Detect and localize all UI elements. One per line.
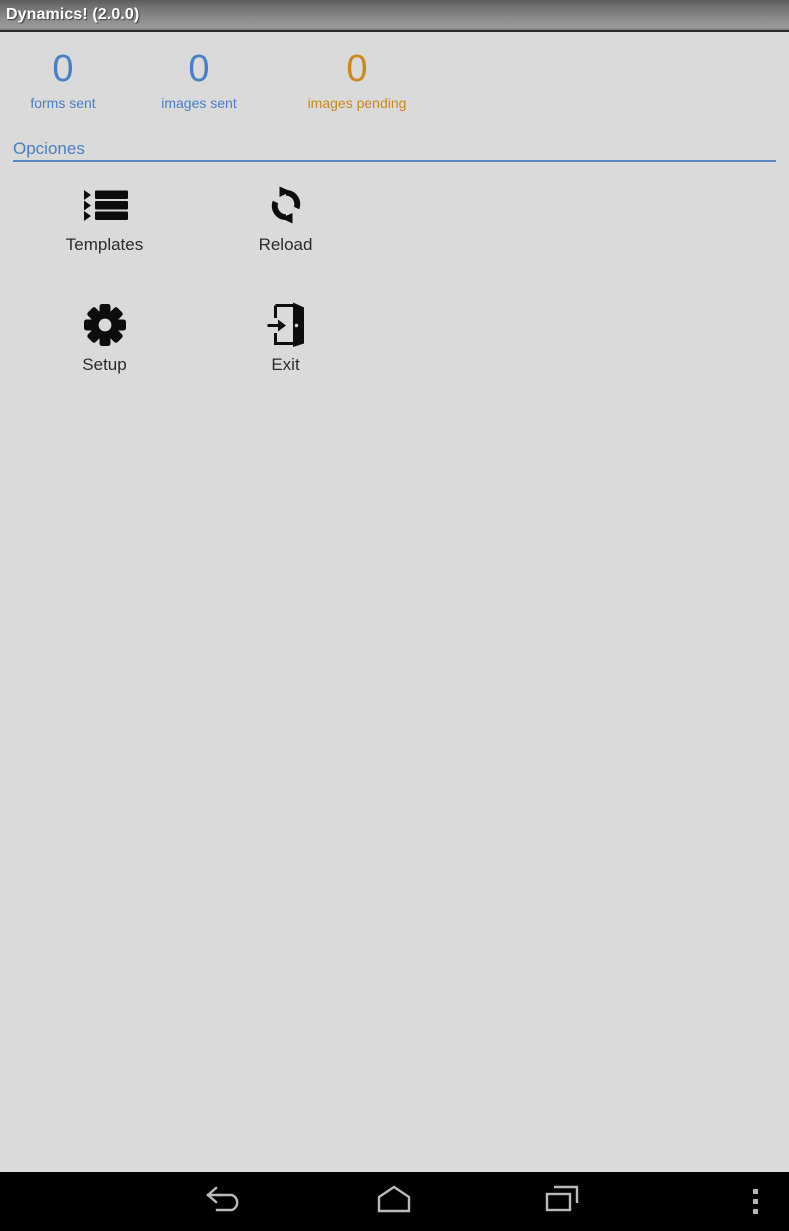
options-section-header: Opciones (13, 138, 776, 162)
app-title: Dynamics! (2.0.0) (6, 6, 140, 23)
stat-images-pending-value: 0 (346, 48, 368, 90)
option-setup[interactable]: Setup (2, 294, 207, 414)
stat-images-pending: 0 images pending (272, 48, 442, 112)
back-arrow-icon (204, 1184, 246, 1219)
stat-forms-sent-label: forms sent (30, 95, 96, 111)
app-title-bar: Dynamics! (2.0.0) (0, 0, 789, 32)
option-exit-label: Exit (271, 355, 300, 374)
overflow-menu-icon (752, 1189, 758, 1214)
option-setup-label: Setup (82, 355, 127, 374)
stat-images-sent-value: 0 (188, 48, 210, 90)
device-screen: Dynamics! (2.0.0) 0 forms sent 0 images … (0, 0, 789, 1231)
refresh-icon (266, 182, 306, 228)
option-reload[interactable]: Reload (207, 174, 364, 294)
option-templates[interactable]: Templates (2, 174, 207, 294)
stat-forms-sent-value: 0 (52, 48, 74, 90)
stats-row: 0 forms sent 0 images sent 0 images pend… (0, 32, 789, 112)
option-exit[interactable]: Exit (207, 294, 364, 414)
option-templates-label: Templates (65, 235, 144, 254)
stat-images-sent: 0 images sent (126, 48, 272, 112)
app-content: 0 forms sent 0 images sent 0 images pend… (0, 32, 789, 1172)
option-reload-label: Reload (258, 235, 313, 254)
recents-icon (544, 1184, 582, 1219)
list-icon (82, 182, 128, 228)
nav-back-button[interactable] (160, 1172, 290, 1231)
stat-images-sent-label: images sent (161, 95, 237, 111)
nav-recents-button[interactable] (498, 1172, 628, 1231)
exit-door-icon (266, 302, 306, 348)
options-grid: Templates Reload Setup Exit (0, 174, 789, 414)
nav-overflow-button[interactable] (725, 1172, 785, 1231)
stat-images-pending-label: images pending (307, 95, 407, 111)
gear-icon (83, 302, 127, 348)
nav-home-button[interactable] (329, 1172, 459, 1231)
options-section-title: Opciones (13, 139, 85, 158)
home-icon (374, 1184, 414, 1219)
android-navigation-bar (0, 1172, 789, 1231)
stat-forms-sent: 0 forms sent (0, 48, 126, 112)
